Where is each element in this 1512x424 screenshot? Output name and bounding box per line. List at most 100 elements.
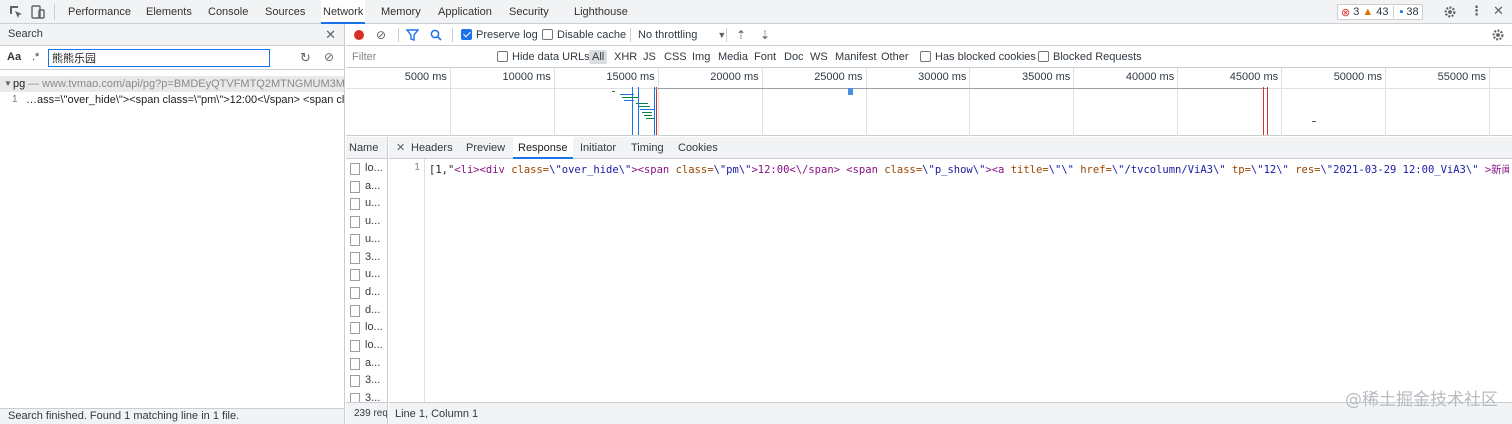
hide-data-urls-checkbox[interactable]: Hide data URLs xyxy=(497,46,590,68)
search-icon[interactable] xyxy=(430,29,442,41)
request-row[interactable]: lo... xyxy=(346,319,387,337)
request-name: d... xyxy=(365,303,381,316)
request-row[interactable]: d... xyxy=(346,284,387,302)
request-name: u... xyxy=(365,215,381,228)
filter-input[interactable]: Filter xyxy=(350,49,488,65)
request-name: a... xyxy=(365,356,381,369)
request-row[interactable]: a... xyxy=(346,355,387,373)
type-filter-manifest[interactable]: Manifest xyxy=(835,46,877,68)
timeline-marker xyxy=(654,87,655,135)
tab-sources[interactable]: Sources xyxy=(263,0,307,24)
type-filter-img[interactable]: Img xyxy=(692,46,710,68)
timeline-gridline xyxy=(865,68,867,136)
close-detail-icon[interactable]: ✕ xyxy=(396,141,405,154)
tab-elements[interactable]: Elements xyxy=(144,0,194,24)
type-filter-xhr[interactable]: XHR xyxy=(614,46,637,68)
request-row[interactable]: u... xyxy=(346,195,387,213)
request-name: u... xyxy=(365,268,381,281)
type-filter-all[interactable]: All xyxy=(589,50,608,64)
type-filter-css[interactable]: CSS xyxy=(664,46,687,68)
resource-file-icon xyxy=(350,357,360,370)
timeline-tick-label: 10000 ms xyxy=(502,71,551,83)
load-marker xyxy=(1267,87,1268,135)
tab-performance[interactable]: Performance xyxy=(66,0,133,24)
type-filter-ws[interactable]: WS xyxy=(810,46,828,68)
has-blocked-cookies-checkbox[interactable]: Has blocked cookies xyxy=(920,46,1036,68)
code-token: ><a xyxy=(985,164,1011,176)
resource-file-icon xyxy=(350,322,360,335)
clear-search-icon[interactable]: ⊘ xyxy=(324,50,334,64)
resource-file-icon xyxy=(350,304,360,317)
type-filter-media[interactable]: Media xyxy=(718,46,748,68)
response-code-line: [1,"<li><div class=\"over_hide\"><span c… xyxy=(429,162,1509,177)
search-input[interactable] xyxy=(48,49,270,67)
detail-tab-timing[interactable]: Timing xyxy=(626,137,669,159)
disable-cache-checkbox[interactable]: Disable cache xyxy=(542,24,626,46)
expand-triangle-icon[interactable]: ▼ xyxy=(4,76,12,92)
resource-file-icon xyxy=(350,286,360,299)
issues-counter[interactable]: ⊗ 3 ▲ 43 ▪ 38 xyxy=(1337,4,1423,20)
throttling-select[interactable]: No throttling ▼ xyxy=(638,24,726,46)
inspect-element-icon[interactable] xyxy=(8,4,24,20)
resource-file-icon xyxy=(350,216,360,229)
result-line-number: 1 xyxy=(12,94,18,105)
regex-button[interactable]: .* xyxy=(32,51,39,63)
request-name: u... xyxy=(365,232,381,245)
tab-security[interactable]: Security xyxy=(507,0,551,24)
detail-tab-cookies[interactable]: Cookies xyxy=(673,137,723,159)
line-number: 1 xyxy=(413,162,420,173)
request-row[interactable]: u... xyxy=(346,266,387,284)
request-row[interactable]: lo... xyxy=(346,337,387,355)
settings-gear-icon[interactable] xyxy=(1443,5,1457,19)
search-result-file[interactable]: ▼ pg — www.tvmao.com/api/pg?p=BMDEyQTVFM… xyxy=(0,76,344,92)
more-options-icon[interactable]: ⋮ xyxy=(1470,3,1483,19)
tab-console[interactable]: Console xyxy=(206,0,250,24)
request-row[interactable]: d... xyxy=(346,302,387,320)
close-search-icon[interactable]: ✕ xyxy=(325,27,336,43)
request-row[interactable]: u... xyxy=(346,213,387,231)
request-row[interactable]: lo... xyxy=(346,160,387,178)
request-row[interactable]: 3... xyxy=(346,372,387,390)
network-timeline-overview[interactable]: 5000 ms 10000 ms 15000 ms 20000 ms 25000 ms 3… xyxy=(346,68,1512,136)
export-har-icon[interactable]: ⇣ xyxy=(760,24,770,46)
request-row[interactable]: 3... xyxy=(346,249,387,267)
network-settings-gear-icon[interactable] xyxy=(1491,28,1505,42)
response-viewer[interactable]: 1 [1,"<li><div class=\"over_hide\"><span… xyxy=(389,159,1512,402)
tab-memory[interactable]: Memory xyxy=(379,0,423,24)
search-status: Search finished. Found 1 matching line i… xyxy=(0,408,344,424)
detail-tab-initiator[interactable]: Initiator xyxy=(575,137,621,159)
detail-tab-response[interactable]: Response xyxy=(513,137,573,159)
type-filter-font[interactable]: Font xyxy=(754,46,776,68)
import-har-icon[interactable]: ⇡ xyxy=(736,24,746,46)
tab-application[interactable]: Application xyxy=(436,0,494,24)
clear-log-icon[interactable]: ⊘ xyxy=(376,24,386,46)
load-marker xyxy=(1263,87,1264,135)
device-toolbar-icon[interactable] xyxy=(30,4,46,20)
timeline-tick-label: 15000 ms xyxy=(606,71,655,83)
tab-network[interactable]: Network xyxy=(321,0,366,24)
detail-tab-headers[interactable]: Headers xyxy=(406,137,458,159)
request-row[interactable]: u... xyxy=(346,231,387,249)
record-icon[interactable] xyxy=(354,30,364,40)
match-case-button[interactable]: Aa xyxy=(7,51,21,63)
code-token: \"2021-03-29 12:00_ViA3\" xyxy=(1320,164,1485,176)
close-devtools-icon[interactable]: ✕ xyxy=(1493,3,1504,19)
resource-file-icon xyxy=(350,251,360,264)
type-filter-other[interactable]: Other xyxy=(881,46,909,68)
refresh-search-icon[interactable]: ↻ xyxy=(300,50,311,66)
search-panel-header: Search ✕ xyxy=(0,24,344,46)
request-name: d... xyxy=(365,285,381,298)
preserve-log-checkbox[interactable]: Preserve log xyxy=(461,24,538,46)
filter-funnel-icon[interactable] xyxy=(406,29,419,41)
resource-file-icon xyxy=(350,163,360,175)
name-column-header[interactable]: Name xyxy=(346,137,387,159)
search-result-line[interactable]: 1 …ass=\"over_hide\"><span class=\"pm\">… xyxy=(0,92,344,108)
blocked-requests-label: Blocked Requests xyxy=(1053,51,1142,63)
detail-tab-preview[interactable]: Preview xyxy=(461,137,510,159)
blocked-requests-checkbox[interactable]: Blocked Requests xyxy=(1038,46,1142,68)
type-filter-js[interactable]: JS xyxy=(643,46,656,68)
request-row[interactable]: a... xyxy=(346,178,387,196)
tab-lighthouse[interactable]: Lighthouse xyxy=(572,0,630,24)
waterfall-bar xyxy=(622,97,638,98)
type-filter-doc[interactable]: Doc xyxy=(784,46,804,68)
